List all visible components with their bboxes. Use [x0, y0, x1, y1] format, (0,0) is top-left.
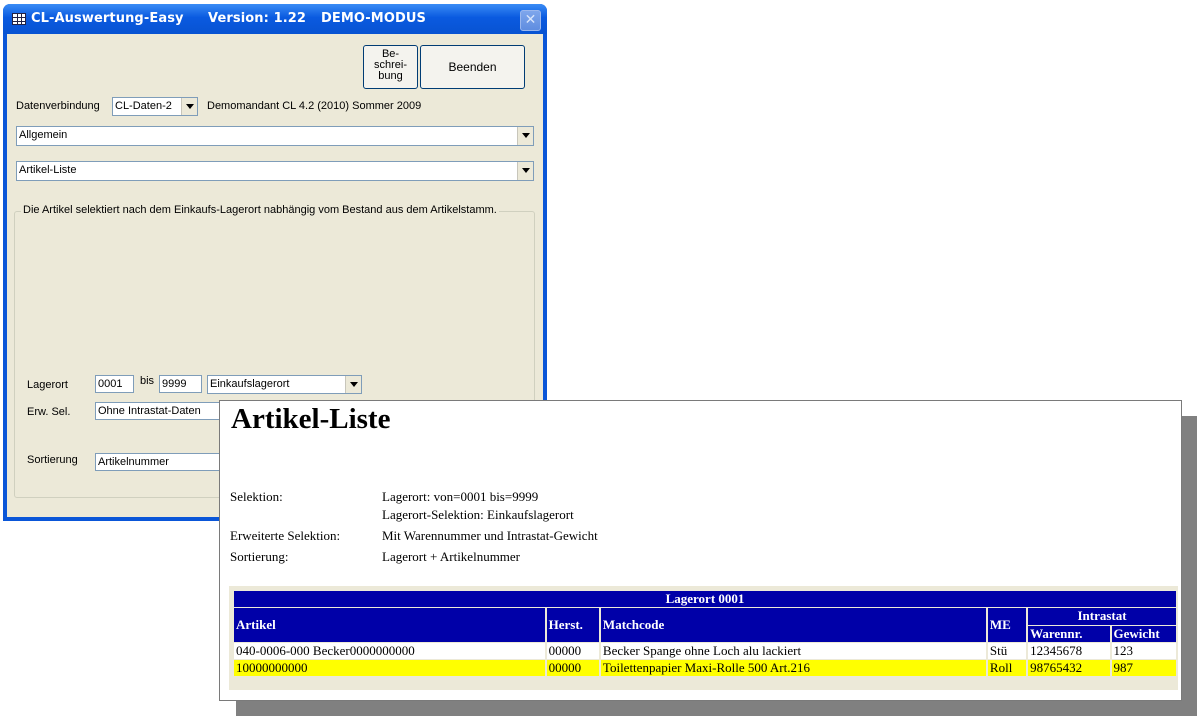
col-matchcode: Matchcode [600, 608, 986, 642]
lagerort-to-input[interactable]: 9999 [159, 375, 202, 393]
window-mode: DEMO-MODUS [321, 11, 426, 26]
cell-herst: 00000 [546, 643, 599, 659]
col-me: ME [987, 608, 1027, 642]
datenverbindung-select[interactable]: CL-Daten-2 [112, 97, 198, 116]
report-table: Lagerort 0001 Artikel Herst. Matchcode M… [232, 590, 1178, 677]
cell-me: Stü [987, 643, 1027, 659]
selektion-line-1: Lagerort: von=0001 bis=9999 [382, 489, 539, 504]
table-row: 10000000000 00000 Toilettenpapier Maxi-R… [234, 660, 1176, 676]
col-artikel: Artikel [234, 608, 545, 642]
beschreibung-line-3: bung [378, 70, 403, 82]
lagerort-type-value: Einkaufslagerort [210, 378, 290, 390]
lagerort-from-input[interactable]: 0001 [95, 375, 134, 393]
category-value: Allgemein [19, 129, 68, 141]
col-warennr: Warennr. [1028, 625, 1110, 642]
cell-gewicht: 987 [1111, 660, 1176, 676]
report-title: Artikel-Liste [231, 403, 391, 435]
col-gewicht: Gewicht [1111, 625, 1176, 642]
bis-label: bis [140, 375, 155, 387]
datenverbindung-label: Datenverbindung [16, 100, 100, 112]
erw-sel-label: Erw. Sel. [27, 406, 71, 418]
lagerort-label: Lagerort [27, 379, 68, 391]
col-herst: Herst. [546, 608, 599, 642]
cell-me: Roll [987, 660, 1027, 676]
report-sort-value: Lagerort + Artikelnummer [382, 549, 521, 564]
window-version: Version: 1.22 [208, 11, 307, 26]
erw-selektion-label: Erweiterte Selektion: [230, 528, 341, 543]
window-title: CL-Auswertung-Easy [31, 11, 184, 26]
cell-matchcode: Toilettenpapier Maxi-Rolle 500 Art.216 [600, 660, 986, 676]
chevron-down-icon[interactable] [517, 162, 533, 180]
report-value: Artikel-Liste [19, 164, 77, 176]
selektion-line-2: Lagerort-Selektion: Einkaufslagerort [382, 507, 574, 522]
beenden-button[interactable]: Beenden [420, 45, 525, 89]
chevron-down-icon[interactable] [517, 127, 533, 145]
erw-selektion-value: Mit Warennummer und Intrastat-Gewicht [382, 528, 598, 543]
lagerort-type-select[interactable]: Einkaufslagerort [207, 375, 362, 394]
cell-warennr: 98765432 [1028, 660, 1110, 676]
group-header: Lagerort 0001 [234, 591, 1176, 607]
report-sort-label: Sortierung: [230, 549, 289, 564]
beschreibung-button[interactable]: Be- schrei- bung [363, 45, 418, 89]
close-icon[interactable]: ✕ [520, 10, 541, 31]
sortierung-label: Sortierung [27, 454, 78, 466]
datenverbindung-value: CL-Daten-2 [115, 100, 172, 112]
description-text: Die Artikel selektiert nach dem Einkaufs… [21, 204, 499, 216]
col-intrastat: Intrastat [1028, 608, 1176, 625]
chevron-down-icon[interactable] [181, 98, 197, 115]
mandant-info: Demomandant CL 4.2 (2010) Sommer 2009 [207, 100, 422, 112]
table-icon [12, 13, 26, 25]
selektion-label: Selektion: [230, 489, 283, 504]
report-preview: Artikel-Liste Selektion: Lagerort: von=0… [219, 400, 1182, 701]
cell-artikel: 10000000000 [234, 660, 545, 676]
table-row: 040-0006-000 Becker0000000000 00000 Beck… [234, 643, 1176, 659]
cell-matchcode: Becker Spange ohne Loch alu lackiert [600, 643, 986, 659]
report-select[interactable]: Artikel-Liste [16, 161, 534, 181]
chevron-down-icon[interactable] [345, 376, 361, 393]
title-bar[interactable]: CL-Auswertung-Easy Version: 1.22 DEMO-MO… [3, 4, 547, 34]
cell-artikel: 040-0006-000 Becker0000000000 [234, 643, 545, 659]
cell-warennr: 12345678 [1028, 643, 1110, 659]
category-select[interactable]: Allgemein [16, 126, 534, 146]
report-table-frame: Lagerort 0001 Artikel Herst. Matchcode M… [229, 586, 1178, 690]
cell-gewicht: 123 [1111, 643, 1176, 659]
cell-herst: 00000 [546, 660, 599, 676]
